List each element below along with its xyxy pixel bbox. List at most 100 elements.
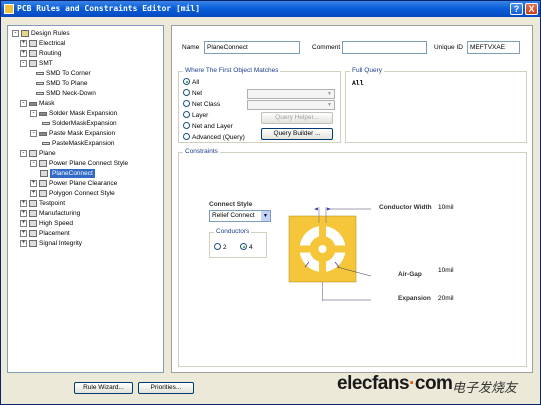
comment-field[interactable]	[342, 41, 427, 54]
rules-tree[interactable]: - Design Rules + Electrical + Routing - …	[7, 25, 164, 373]
conductor-width-value[interactable]: 10mil	[438, 204, 454, 211]
tree-node-label: PlaneConnect	[50, 169, 95, 178]
radio-label: 4	[249, 244, 253, 251]
testpoint-icon	[29, 200, 37, 207]
tree-node-label: Testpoint	[39, 200, 66, 207]
tree-node-label: SMD Neck-Down	[46, 90, 96, 97]
radio-net-and-layer[interactable]: Net and Layer	[183, 122, 233, 131]
rule-icon	[42, 122, 50, 125]
tree-node-label: Placement	[39, 230, 70, 237]
electrical-icon	[29, 40, 37, 47]
air-gap-value[interactable]: 10mil	[438, 267, 454, 274]
radio-icon	[183, 100, 190, 107]
rule-wizard-button[interactable]: Rule Wizard...	[74, 382, 133, 394]
where-group: Where The First Object Matches All Net N…	[178, 67, 341, 143]
expand-icon[interactable]: +	[20, 220, 27, 227]
net-select[interactable]: ▼	[247, 89, 335, 99]
expand-icon[interactable]: +	[20, 240, 27, 247]
expand-icon[interactable]: +	[20, 200, 27, 207]
watermark-brand: elecfans	[337, 373, 410, 394]
tree-node-label: Polygon Connect Style	[49, 190, 115, 197]
rule-icon	[36, 82, 44, 85]
mask-icon	[29, 102, 37, 106]
close-button[interactable]: X	[525, 3, 538, 15]
relief-diagram	[288, 207, 372, 301]
expand-icon[interactable]: +	[30, 180, 37, 187]
chevron-down-icon: ▼	[327, 91, 332, 97]
unique-id-field[interactable]: MEFTVXAE	[467, 41, 520, 54]
conductors-label: Conductors	[216, 228, 250, 235]
net-class-select[interactable]: ▼	[247, 100, 335, 110]
full-query-group: Full Query All	[345, 67, 527, 143]
manufacturing-icon	[29, 210, 37, 217]
connect-style-value: Relief Connect	[212, 212, 255, 219]
arrow-icon	[314, 207, 318, 211]
tree-node-label: Power Plane Clearance	[49, 180, 118, 187]
radio-label: Net and Layer	[192, 123, 233, 130]
radio-icon	[183, 133, 190, 140]
tree-node-label: Manufacturing	[39, 210, 81, 217]
plane-icon	[29, 150, 37, 157]
collapse-icon[interactable]: -	[30, 110, 37, 117]
collapse-icon[interactable]: -	[12, 30, 19, 37]
radio-icon	[183, 111, 190, 118]
radio-label: Advanced (Query)	[192, 134, 245, 141]
collapse-icon[interactable]: -	[20, 150, 27, 157]
conductors-group: Conductors 2 4	[209, 228, 267, 258]
tree-node-label: SMD To Plane	[46, 80, 88, 87]
radio-icon	[183, 122, 190, 129]
tree-node-label: Design Rules	[31, 30, 70, 37]
expand-icon[interactable]: +	[30, 190, 37, 197]
radio-label: 2	[223, 244, 227, 251]
rule-icon	[40, 170, 48, 177]
query-builder-button[interactable]: Query Builder ...	[261, 128, 333, 140]
expand-icon[interactable]: +	[20, 50, 27, 57]
radio-advanced-query[interactable]: Advanced (Query)	[183, 133, 245, 142]
watermark-cn: 电子发烧友	[452, 381, 518, 396]
collapse-icon[interactable]: -	[30, 160, 37, 167]
radio-label: All	[192, 79, 200, 86]
name-field[interactable]: PlaneConnect	[204, 41, 300, 54]
collapse-icon[interactable]: -	[30, 130, 37, 137]
chevron-down-icon: ▼	[261, 211, 270, 221]
tree-node-label: Plane	[39, 150, 56, 157]
radio-layer[interactable]: Layer	[183, 111, 208, 120]
radio-conductors-2[interactable]: 2	[214, 243, 227, 252]
priorities-button[interactable]: Priorities...	[138, 382, 194, 394]
unique-id-label: Unique ID	[434, 44, 463, 51]
rule-icon	[36, 92, 44, 95]
app-icon	[4, 4, 14, 14]
tree-node-label: Power Plane Connect Style	[49, 160, 129, 167]
help-button[interactable]: ?	[510, 3, 523, 15]
collapse-icon[interactable]: -	[20, 60, 27, 67]
air-gap-label: Air-Gap	[398, 271, 422, 278]
constraints-title: Constraints	[183, 148, 220, 155]
radio-icon	[240, 243, 247, 250]
radio-icon	[183, 89, 190, 96]
title-bar[interactable]: PCB Rules and Constraints Editor [mil] ?…	[1, 1, 540, 17]
expansion-value[interactable]: 20mil	[438, 295, 454, 302]
radio-all[interactable]: All	[183, 78, 199, 87]
full-query-title: Full Query	[350, 67, 384, 74]
expand-icon[interactable]: +	[20, 230, 27, 237]
tree-node-label: SMT	[39, 60, 53, 67]
watermark-suffix: com	[414, 373, 453, 394]
full-query-text[interactable]: All	[352, 79, 364, 87]
tree-node-label: High Speed	[39, 220, 73, 227]
radio-net-class[interactable]: Net Class	[183, 100, 220, 109]
connect-style-select[interactable]: Relief Connect ▼	[209, 210, 271, 222]
where-group-title: Where The First Object Matches	[183, 67, 281, 74]
expand-icon[interactable]: +	[20, 210, 27, 217]
query-helper-button[interactable]: Query Helper...	[261, 112, 333, 124]
rule-icon	[42, 142, 50, 145]
radio-conductors-4[interactable]: 4	[240, 243, 253, 252]
tree-node-label: Paste Mask Expansion	[49, 130, 116, 137]
relief-hole	[318, 245, 327, 253]
radio-net[interactable]: Net	[183, 89, 202, 98]
routing-icon	[29, 50, 37, 57]
signal-integrity-icon	[29, 240, 37, 247]
collapse-icon[interactable]: -	[20, 100, 27, 107]
expand-icon[interactable]: +	[20, 40, 27, 47]
constraints-group: Constraints Connect Style Relief Connect…	[178, 148, 527, 367]
comment-label: Comment	[312, 44, 341, 51]
